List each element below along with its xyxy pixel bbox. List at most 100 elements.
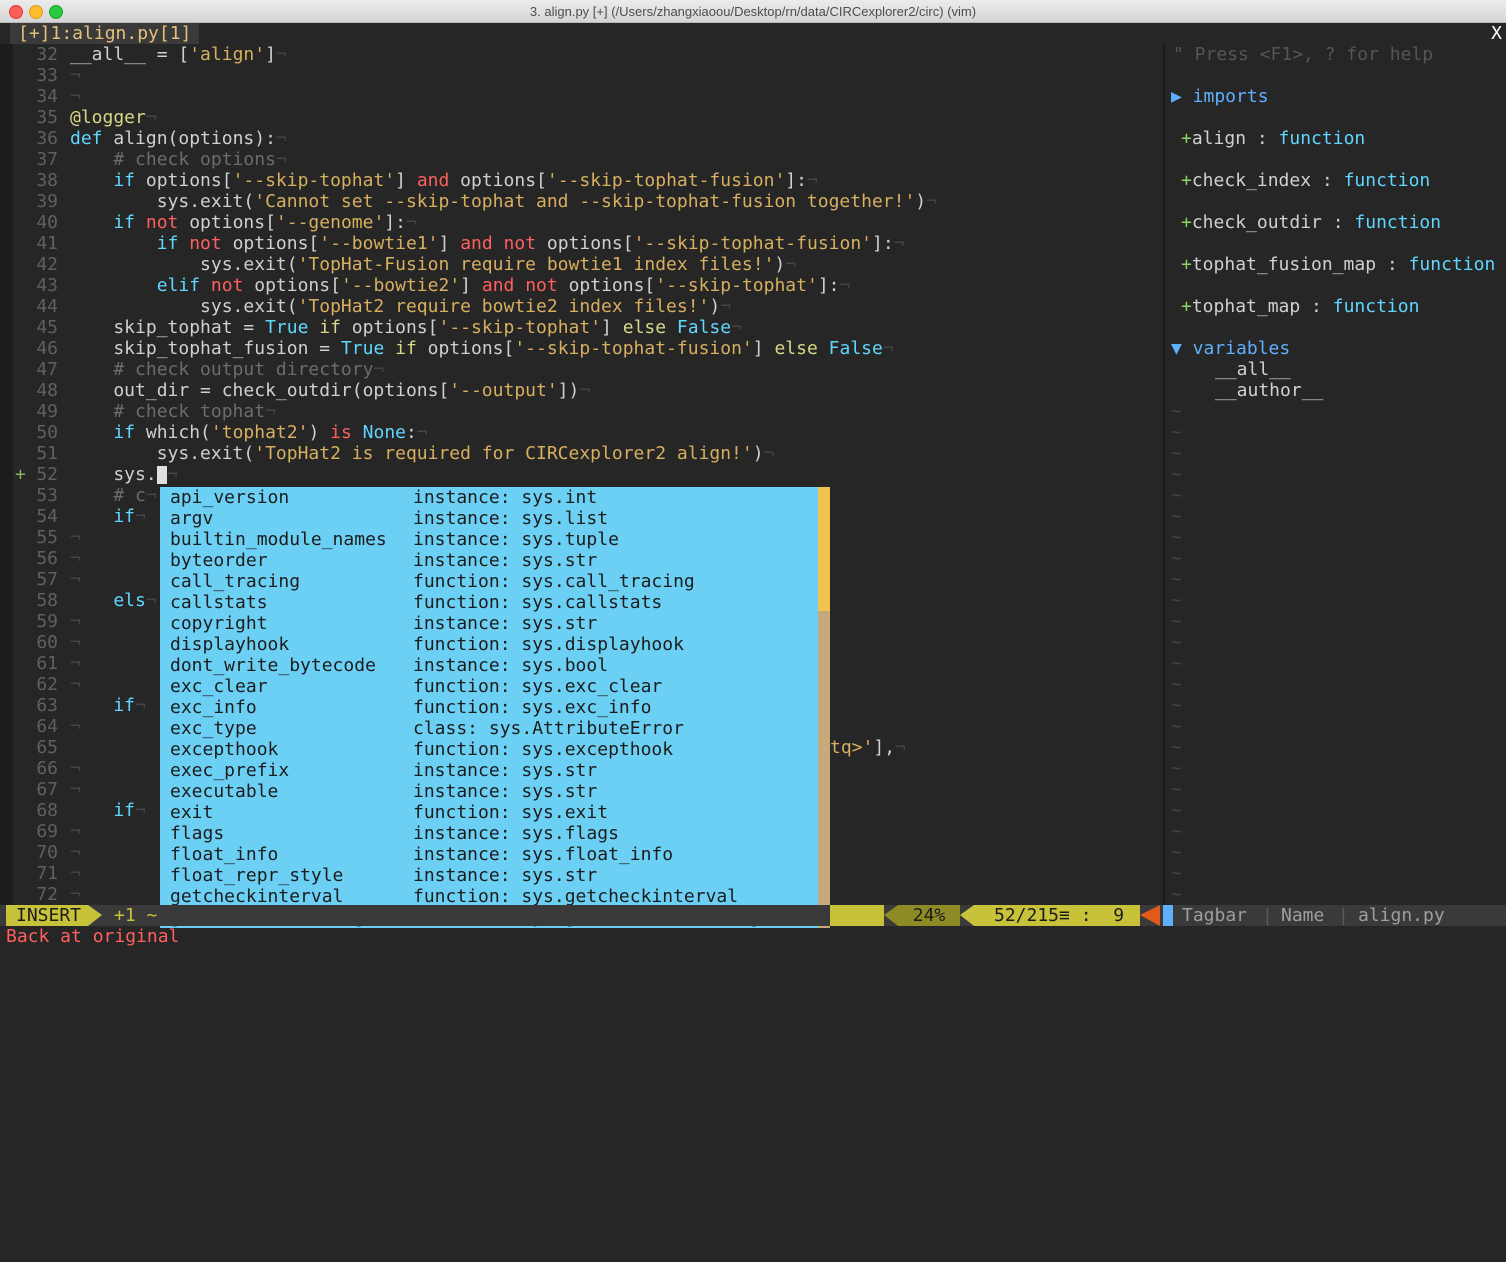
line-number: 47	[36, 359, 58, 380]
code-line[interactable]: 69 ¬	[0, 821, 81, 842]
eol-marker: ¬	[70, 632, 81, 653]
code-token: skip_tophat_fusion =	[70, 338, 341, 359]
tag-name: check_index	[1191, 170, 1312, 191]
code-token: options[	[546, 233, 634, 254]
code-line[interactable]: 35 @logger¬	[0, 107, 156, 128]
code-line[interactable]: 72 ¬	[0, 884, 81, 905]
tag-separator: :	[1300, 296, 1333, 317]
tagbar-panel[interactable]: " Press <F1>, ? for help ▶ imports +align …	[1165, 44, 1506, 926]
close-tab-button[interactable]: X	[1491, 23, 1502, 45]
code-line[interactable]: +52 sys. ¬	[0, 464, 178, 485]
code-line[interactable]: 53 # c¬	[0, 485, 156, 506]
eol-marker: ¬	[70, 569, 81, 590]
code-line[interactable]: 54 if¬	[0, 506, 146, 527]
completion-kind: function: sys.exc_info	[413, 697, 652, 718]
tagbar-variable-item[interactable]: __author__	[1215, 380, 1323, 401]
completion-kind: function: sys.excepthook	[413, 739, 674, 760]
code-token: # check options	[70, 149, 276, 170]
code-line[interactable]: 61 ¬	[0, 653, 81, 674]
code-token: ]:	[785, 170, 807, 191]
code-token: ]	[601, 317, 623, 338]
code-token: sys.exit(	[70, 443, 255, 464]
eol-marker: ¬	[70, 716, 81, 737]
code-line[interactable]: 39 sys.exit('Cannot set --skip-tophat an…	[0, 191, 937, 212]
code-line[interactable]: 65 tq>'],¬	[0, 737, 906, 758]
code-line[interactable]: 46 skip_tophat_fusion = True if options[…	[0, 338, 893, 359]
line-number: 55	[36, 527, 58, 548]
code-line[interactable]: 51 sys.exit('TopHat2 is required for CIR…	[0, 443, 774, 464]
tagbar-file-label: align.py	[1358, 905, 1445, 926]
code-line[interactable]: 55 ¬	[0, 527, 81, 548]
completion-popup[interactable]: api_version instance: sys.int argv instance…	[160, 487, 830, 928]
line-number: 46	[36, 338, 58, 359]
code-line[interactable]: 37 # check options¬	[0, 149, 286, 170]
tagbar-function-item[interactable]: +tophat_fusion_map : function	[1181, 254, 1495, 275]
code-line[interactable]: 60 ¬	[0, 632, 81, 653]
code-line[interactable]: 43 elif not options['--bowtie2'] and not…	[0, 275, 850, 296]
completion-kind: class: sys.AttributeError	[413, 718, 684, 739]
code-line[interactable]: 50 if which('tophat2') is None:¬	[0, 422, 428, 443]
code-line[interactable]: 48 out_dir = check_outdir(options['--out…	[0, 380, 590, 401]
line-number: 58	[36, 590, 58, 611]
code-token: options[	[254, 275, 341, 296]
code-line[interactable]: 49 # check tophat¬	[0, 401, 276, 422]
code-line[interactable]: 56 ¬	[0, 548, 81, 569]
tagbar-variable-item[interactable]: __all__	[1215, 359, 1291, 380]
line-number: 39	[36, 191, 58, 212]
eol-marker: ¬	[806, 170, 818, 191]
completion-kind: instance: sys.tuple	[413, 529, 619, 550]
code-line[interactable]: 45 skip_tophat = True if options['--skip…	[0, 317, 742, 338]
empty-line-marker: ~	[1171, 443, 1182, 464]
line-number: 35	[36, 107, 58, 128]
eol-marker: ¬	[166, 464, 178, 485]
code-token: out_dir = check_outdir(options[	[70, 380, 450, 401]
empty-line-marker: ~	[1171, 863, 1182, 884]
code-line[interactable]: 71 ¬	[0, 863, 81, 884]
tab-align-py[interactable]: [+]1:align.py[1]	[10, 23, 200, 44]
code-line[interactable]: 40 if not options['--genome']:¬	[0, 212, 417, 233]
code-line[interactable]: 67 ¬	[0, 779, 81, 800]
code-line[interactable]: 42 sys.exit('TopHat-Fusion require bowti…	[0, 254, 796, 275]
code-line[interactable]: 36 def align(options):¬	[0, 128, 286, 149]
code-line[interactable]: 68 if¬	[0, 800, 146, 821]
code-line[interactable]: 34 ¬	[0, 86, 81, 107]
completion-kind: instance: sys.str	[413, 760, 598, 781]
tagbar-separator: |	[1262, 905, 1273, 926]
code-line[interactable]: 62 ¬	[0, 674, 81, 695]
eol-marker: ¬	[416, 422, 428, 443]
empty-line-marker: ~	[1171, 401, 1182, 422]
code-line[interactable]: 38 if options['--skip-tophat'] and optio…	[0, 170, 818, 191]
code-line[interactable]: 33 ¬	[0, 65, 81, 86]
empty-line-marker: ~	[1171, 506, 1182, 527]
vim-editor[interactable]: [+]1:align.py[1] X 32 __all__ = ['align']…	[0, 23, 1506, 951]
code-line[interactable]: 32 __all__ = ['align']¬	[0, 44, 286, 65]
completion-word: exc_info	[170, 697, 257, 718]
popup-scrollbar-thumb[interactable]	[818, 487, 830, 611]
code-line[interactable]: 59 ¬	[0, 611, 81, 632]
code-line[interactable]: 41 if not options['--bowtie1'] and not o…	[0, 233, 904, 254]
code-token: '--skip-tophat-fusion'	[633, 233, 873, 254]
code-line[interactable]: 58 els¬	[0, 590, 156, 611]
code-line[interactable]: 66 ¬	[0, 758, 81, 779]
completion-kind: instance: sys.int	[413, 487, 598, 508]
tagbar-function-item[interactable]: +check_outdir : function	[1181, 212, 1441, 233]
code-line[interactable]: 63 if¬	[0, 695, 146, 716]
code-line[interactable]: 70 ¬	[0, 842, 81, 863]
code-line[interactable]: 64 ¬	[0, 716, 81, 737]
tagbar-function-item[interactable]: +check_index : function	[1181, 170, 1430, 191]
line-number: 67	[36, 779, 58, 800]
completion-kind: instance: sys.str	[413, 781, 598, 802]
code-line[interactable]: 44 sys.exit('TopHat2 require bowtie2 ind…	[0, 296, 731, 317]
tagbar-function-item[interactable]: +tophat_map : function	[1181, 296, 1419, 317]
tagbar-function-item[interactable]: +align : function	[1181, 128, 1365, 149]
tagbar-imports-fold[interactable]: ▶ imports	[1171, 86, 1269, 107]
code-line[interactable]: 47 # check output directory¬	[0, 359, 384, 380]
tagbar-variables-fold[interactable]: ▼ variables	[1171, 338, 1290, 359]
code-line[interactable]: 57 ¬	[0, 569, 81, 590]
popup-scrollbar[interactable]	[818, 487, 830, 928]
empty-line-marker: ~	[1171, 842, 1182, 863]
line-number: 65	[36, 737, 58, 758]
tag-kind: function	[1278, 128, 1366, 149]
code-token: options[	[460, 170, 547, 191]
code-token: options[	[145, 170, 233, 191]
